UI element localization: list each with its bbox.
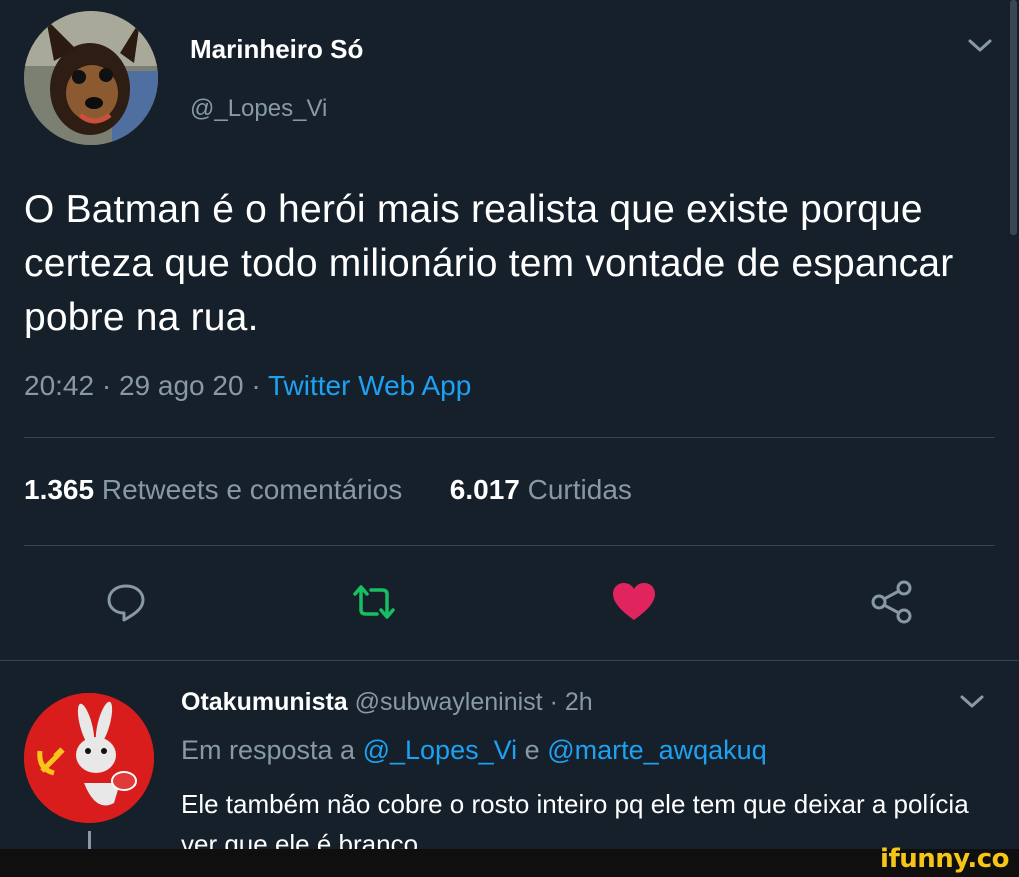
reply-time: 2h	[564, 688, 593, 716]
likes-label[interactable]: Curtidas	[528, 474, 632, 505]
watermark: ifunny.co	[880, 844, 1009, 874]
divider	[24, 545, 995, 546]
reply-conjunction: e	[524, 735, 540, 765]
divider	[0, 660, 1019, 661]
reply-header: Otakumunista @subwayleninist · 2h	[181, 688, 593, 717]
likes-count[interactable]: 6.017	[450, 474, 520, 505]
retweet-button[interactable]	[344, 572, 404, 632]
rabbit-avatar-image	[24, 693, 154, 823]
meta-separator: ·	[549, 688, 558, 716]
tweet-stats: 1.365 Retweets e comentários 6.017 Curti…	[24, 474, 632, 506]
chevron-down-icon[interactable]	[958, 692, 986, 712]
dog-avatar-image	[24, 11, 158, 145]
tweet-time: 20:42	[24, 370, 95, 401]
retweets-count[interactable]: 1.365	[24, 474, 94, 505]
meta-separator: ·	[251, 370, 261, 401]
mention-link[interactable]: @marte_awqakuq	[547, 735, 767, 765]
author-name[interactable]: Marinheiro Só	[190, 34, 363, 65]
reply-icon	[107, 584, 145, 622]
retweet-icon	[353, 585, 395, 619]
like-icon	[613, 583, 655, 620]
tweet-text: O Batman é o herói mais realista que exi…	[24, 188, 954, 339]
tweet-date: 29 ago 20	[118, 370, 244, 401]
reply-author-avatar[interactable]	[24, 693, 154, 823]
like-button[interactable]	[604, 572, 664, 632]
divider	[24, 437, 995, 438]
author-handle[interactable]: @_Lopes_Vi	[190, 95, 327, 123]
replying-to: Em resposta a @_Lopes_Vi e @marte_awqaku…	[181, 735, 767, 766]
author-avatar[interactable]	[24, 11, 158, 145]
share-button[interactable]	[862, 572, 922, 632]
tweet-source-link[interactable]: Twitter Web App	[268, 370, 471, 401]
retweets-label[interactable]: Retweets e comentários	[102, 474, 402, 505]
share-icon	[871, 580, 912, 624]
scrollbar[interactable]	[1010, 0, 1017, 235]
tweet-meta: 20:42 · 29 ago 20 · Twitter Web App	[24, 370, 471, 402]
reply-prefix: Em resposta a	[181, 735, 356, 765]
reply-author-handle[interactable]: @subwayleninist	[355, 688, 543, 716]
reply-button[interactable]	[96, 572, 156, 632]
meta-separator: ·	[101, 370, 112, 401]
mention-link[interactable]: @_Lopes_Vi	[363, 735, 518, 765]
chevron-down-icon[interactable]	[966, 36, 994, 56]
footer-bar	[0, 849, 1019, 877]
reply-author-name[interactable]: Otakumunista	[181, 688, 348, 716]
